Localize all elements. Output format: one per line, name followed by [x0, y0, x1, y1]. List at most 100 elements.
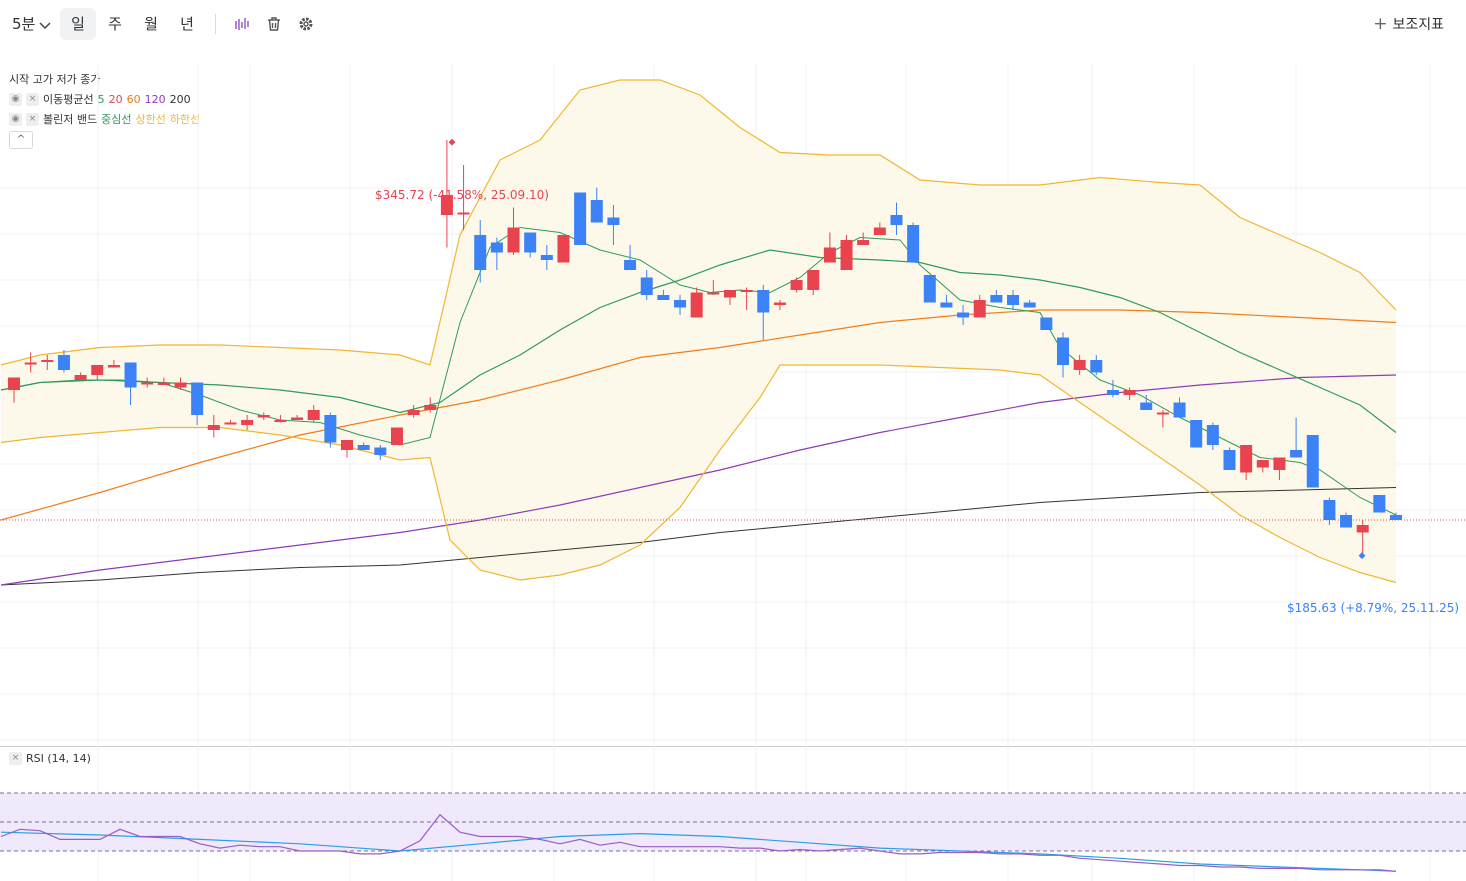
candle-body [1256, 460, 1269, 468]
candle-body [707, 292, 720, 295]
candle-body [1390, 515, 1402, 520]
candle-body [557, 235, 570, 263]
candle-body [657, 295, 670, 300]
candle [923, 275, 936, 303]
candle-body [1306, 435, 1319, 488]
candle-body [207, 425, 220, 430]
tab-month[interactable]: 월 [142, 8, 160, 40]
candle-body [1090, 360, 1103, 373]
candle [390, 427, 403, 445]
candle-body [823, 247, 836, 263]
tab-day[interactable]: 일 [60, 8, 96, 40]
candle-body [174, 382, 187, 388]
candle-body [840, 240, 853, 270]
candle-body [957, 312, 970, 318]
candle-body [607, 217, 620, 225]
candle-body [907, 225, 920, 263]
candle-body [773, 302, 786, 305]
candle-body [390, 427, 403, 445]
rsi-chart[interactable] [0, 746, 1466, 881]
candle [1190, 420, 1203, 448]
candle [324, 412, 337, 448]
candle [1040, 317, 1053, 330]
drawing-tools-icon[interactable] [233, 15, 251, 33]
ma200-line [0, 487, 1397, 586]
candle [1306, 435, 1319, 488]
candle-body [757, 290, 770, 313]
candle-body [157, 382, 170, 385]
candle-body [274, 420, 287, 422]
candle-body [1156, 412, 1169, 415]
candle-body [24, 362, 37, 365]
chevron-down-icon [39, 9, 51, 41]
candle-body [1023, 302, 1036, 308]
candle-body [374, 447, 387, 455]
candle-body [91, 365, 104, 375]
candle [1223, 447, 1236, 470]
interval-label: 5분 [12, 15, 36, 33]
candle-body [790, 280, 803, 290]
candle-body [257, 415, 270, 418]
candle-body [890, 215, 903, 225]
candle-body [940, 302, 953, 308]
candle-body [1340, 515, 1353, 528]
toolbar: 5분 일 주 월 년 + 보조지표 [0, 0, 1466, 50]
candle-body [740, 290, 753, 292]
candle [840, 235, 853, 270]
candle-body [407, 410, 420, 415]
indicators-label: 보조지표 [1392, 17, 1444, 33]
price-chart[interactable]: ◆◆ [0, 50, 1466, 746]
candle-body [291, 417, 304, 420]
low-price-annotation: $185.63 (+8.79%, 25.11.25) [1287, 601, 1460, 615]
candle-body [574, 192, 587, 245]
candle-body [1273, 457, 1286, 470]
candle-body [474, 235, 487, 270]
indicators-button[interactable]: + 보조지표 [1373, 8, 1444, 40]
candle-body [690, 292, 703, 318]
candle-body [8, 377, 20, 390]
candle-body [973, 300, 986, 318]
candle-body [74, 375, 87, 380]
bollinger-band-fill [1, 80, 1396, 583]
candle-body [424, 405, 437, 410]
candle-body [990, 295, 1003, 303]
candle-body [307, 410, 320, 420]
candle-body [873, 227, 886, 235]
interval-selector[interactable]: 5분 [12, 8, 51, 40]
low-marker: ◆ [1359, 551, 1366, 561]
candle-body [1290, 450, 1303, 458]
candle-body [857, 240, 870, 245]
candle-body [107, 365, 120, 368]
gear-icon[interactable] [297, 15, 315, 33]
candle-body [1356, 525, 1369, 533]
close-icon[interactable]: × [9, 752, 22, 765]
candle-body [57, 355, 70, 370]
candle-body [1140, 402, 1153, 410]
candle-body [124, 362, 137, 388]
candle-body [723, 290, 736, 298]
candle-body [807, 270, 820, 290]
candle-body [1240, 445, 1253, 473]
candle-body [1206, 425, 1219, 445]
candle-body [1223, 450, 1236, 470]
toolbar-divider [215, 14, 216, 34]
candle-body [1040, 317, 1053, 330]
candle-body [41, 360, 54, 362]
high-price-annotation: $345.72 (-41.58%, 25.09.10) [375, 188, 549, 202]
candle [574, 192, 587, 245]
candle-body [1373, 495, 1386, 513]
candle-body [457, 212, 470, 215]
candle-body [141, 382, 154, 385]
candle-body [1173, 402, 1186, 418]
tab-week[interactable]: 주 [106, 8, 124, 40]
trash-icon[interactable] [265, 15, 283, 33]
candle-body [540, 255, 553, 260]
candle-body [590, 200, 603, 223]
tab-year[interactable]: 년 [178, 8, 196, 40]
plus-icon: + [1373, 14, 1388, 34]
candle-body [1190, 420, 1203, 448]
candle-body [1123, 390, 1136, 395]
candle-body [241, 420, 254, 425]
candle-body [1056, 337, 1069, 365]
candle-body [640, 277, 653, 295]
